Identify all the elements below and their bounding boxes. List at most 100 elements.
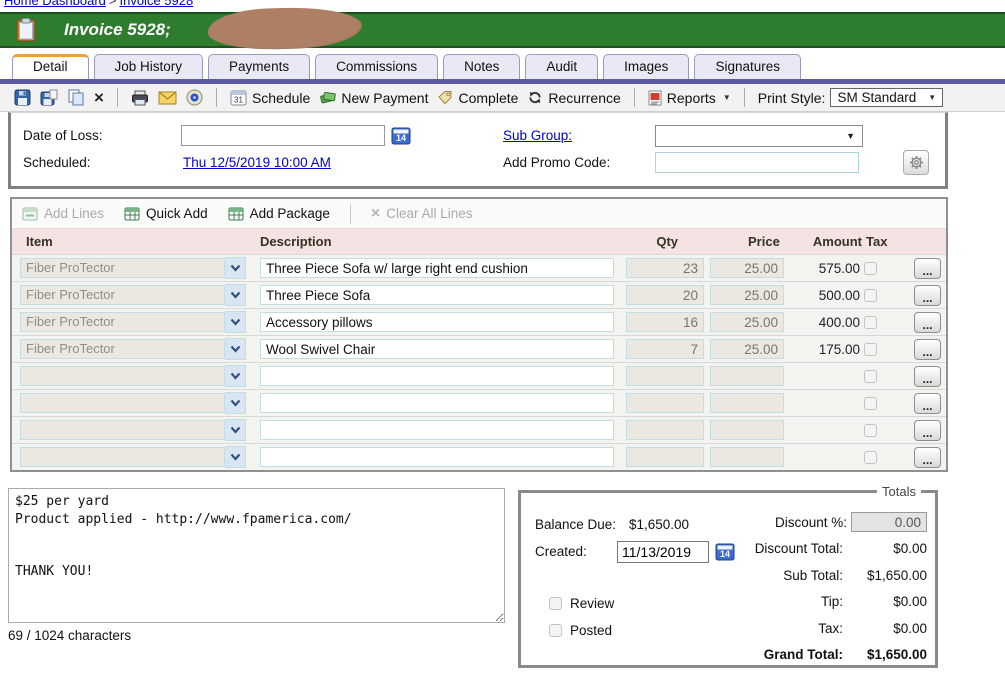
globe-icon[interactable]	[186, 89, 203, 106]
add-lines-button[interactable]: Add Lines	[22, 206, 104, 221]
price-input[interactable]	[710, 447, 784, 467]
price-input[interactable]	[710, 420, 784, 440]
price-input[interactable]	[710, 366, 784, 386]
description-input[interactable]	[260, 312, 614, 332]
discount-pct-label: Discount %:	[775, 515, 847, 530]
tab-job-history[interactable]: Job History	[94, 54, 204, 79]
price-input[interactable]	[710, 258, 784, 278]
item-select[interactable]	[20, 392, 260, 414]
schedule-button[interactable]: 31 Schedule	[230, 90, 310, 106]
print-style-select[interactable]: SM Standard ▼	[830, 88, 943, 107]
qty-input[interactable]	[626, 339, 704, 359]
chevron-down-icon	[225, 392, 246, 414]
qty-input[interactable]	[626, 447, 704, 467]
tax-checkbox[interactable]	[864, 370, 877, 383]
review-checkbox[interactable]	[549, 597, 562, 610]
promo-settings-button[interactable]	[903, 150, 929, 175]
tax-checkbox[interactable]	[864, 289, 877, 302]
posted-checkbox[interactable]	[549, 624, 562, 637]
table-row: Fiber ProTector 500.00 ...	[12, 281, 946, 308]
price-input[interactable]	[710, 285, 784, 305]
discount-pct-input[interactable]	[851, 512, 927, 532]
item-select[interactable]	[20, 365, 260, 387]
date-picker-icon[interactable]: 14	[391, 126, 411, 145]
price-input[interactable]	[710, 339, 784, 359]
tax-checkbox[interactable]	[864, 316, 877, 329]
qty-input[interactable]	[626, 393, 704, 413]
description-input[interactable]	[260, 285, 614, 305]
description-input[interactable]	[260, 366, 614, 386]
row-menu-button[interactable]: ...	[914, 285, 941, 306]
copy-icon[interactable]	[67, 89, 85, 106]
price-input[interactable]	[710, 312, 784, 332]
tax-checkbox[interactable]	[864, 397, 877, 410]
col-qty: Qty	[656, 234, 710, 249]
qty-input[interactable]	[626, 285, 704, 305]
add-package-button[interactable]: Add Package	[228, 206, 330, 221]
tab-payments[interactable]: Payments	[208, 54, 310, 79]
new-payment-button[interactable]: New Payment	[319, 90, 428, 106]
tab-images[interactable]: Images	[603, 54, 689, 79]
scheduled-date-link[interactable]: Thu 12/5/2019 10:00 AM	[183, 155, 331, 170]
description-input[interactable]	[260, 447, 614, 467]
promo-code-input[interactable]	[655, 152, 859, 173]
description-input[interactable]	[260, 393, 614, 413]
row-menu-button[interactable]: ...	[914, 447, 941, 468]
tab-signatures[interactable]: Signatures	[694, 54, 801, 79]
chevron-down-icon	[225, 338, 246, 360]
qty-input[interactable]	[626, 312, 704, 332]
qty-input[interactable]	[626, 258, 704, 278]
tab-audit[interactable]: Audit	[525, 54, 598, 79]
item-select[interactable]: Fiber ProTector	[20, 284, 260, 306]
breadcrumb-current-link[interactable]: Invoice 5928	[119, 0, 193, 8]
table-row: ...	[12, 416, 946, 443]
printer-icon[interactable]	[131, 90, 149, 106]
item-select[interactable]: Fiber ProTector	[20, 338, 260, 360]
tax-checkbox[interactable]	[864, 343, 877, 356]
discount-total-label: Discount Total:	[755, 541, 843, 556]
description-input[interactable]	[260, 258, 614, 278]
clear-all-lines-button[interactable]: × Clear All Lines	[371, 206, 473, 221]
row-menu-button[interactable]: ...	[914, 420, 941, 441]
recurrence-button[interactable]: Recurrence	[527, 90, 620, 106]
qty-input[interactable]	[626, 366, 704, 386]
tax-checkbox[interactable]	[864, 451, 877, 464]
print-style-group: Print Style: SM Standard ▼	[758, 88, 943, 107]
tab-detail[interactable]: Detail	[12, 54, 89, 79]
item-select[interactable]: Fiber ProTector	[20, 257, 260, 279]
row-menu-button[interactable]: ...	[914, 339, 941, 360]
toolbar-separator	[216, 88, 217, 107]
description-input[interactable]	[260, 420, 614, 440]
quick-add-button[interactable]: Quick Add	[124, 206, 208, 221]
row-menu-button[interactable]: ...	[914, 393, 941, 414]
save-as-icon[interactable]	[40, 89, 58, 106]
breadcrumb-home-link[interactable]: Home Dashboard	[4, 0, 106, 8]
row-menu-button[interactable]: ...	[914, 258, 941, 279]
tax-checkbox[interactable]	[864, 262, 877, 275]
qty-input[interactable]	[626, 420, 704, 440]
grand-total-label: Grand Total:	[764, 647, 843, 662]
item-value	[20, 366, 225, 386]
item-select[interactable]	[20, 419, 260, 441]
row-menu-button[interactable]: ...	[914, 366, 941, 387]
sub-group-select[interactable]: ▼	[655, 125, 863, 147]
item-select[interactable]	[20, 446, 260, 468]
save-icon[interactable]	[14, 89, 31, 106]
date-of-loss-input[interactable]	[181, 125, 385, 146]
price-input[interactable]	[710, 393, 784, 413]
tax-checkbox[interactable]	[864, 424, 877, 437]
delete-icon[interactable]: ×	[94, 90, 104, 106]
complete-button[interactable]: Complete	[437, 90, 518, 106]
description-input[interactable]	[260, 339, 614, 359]
tab-notes[interactable]: Notes	[443, 54, 520, 79]
sub-group-link[interactable]: Sub Group:	[503, 128, 572, 143]
tab-commissions[interactable]: Commissions	[315, 54, 438, 79]
item-select[interactable]: Fiber ProTector	[20, 311, 260, 333]
email-icon[interactable]	[158, 91, 177, 105]
reports-button[interactable]: Reports ▼	[648, 90, 731, 106]
row-menu-button[interactable]: ...	[914, 312, 941, 333]
print-style-label: Print Style:	[758, 90, 826, 106]
invoice-notes-textarea[interactable]	[8, 488, 505, 623]
lines-toolbar: Add Lines Quick Add Add Package × Clear …	[12, 199, 946, 229]
item-value: Fiber ProTector	[20, 285, 225, 305]
